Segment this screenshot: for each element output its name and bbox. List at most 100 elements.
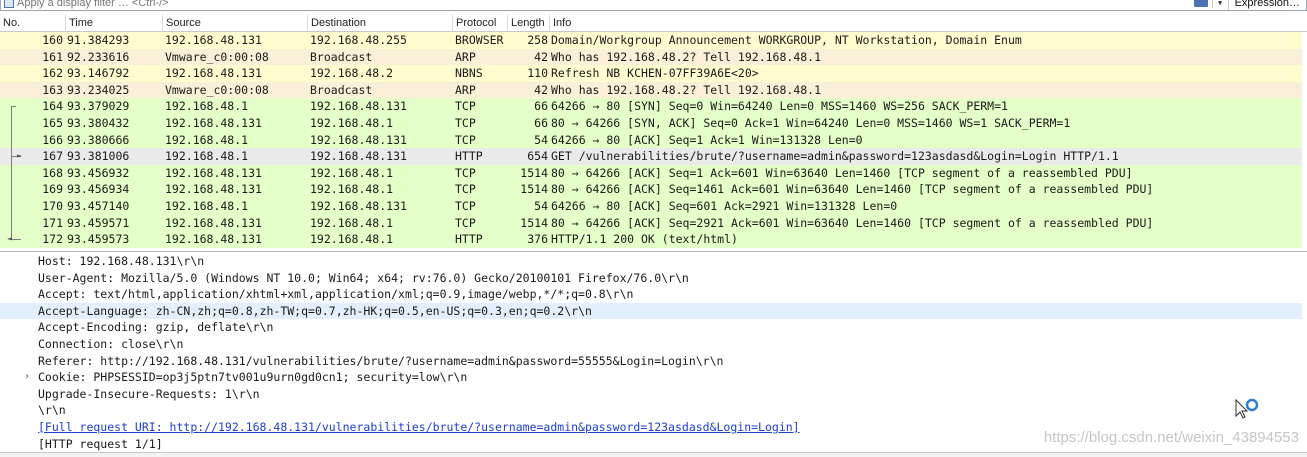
detail-text: Accept-Encoding: gzip, deflate\r\n [38,320,274,335]
packet-time-cell: 93.234025 [67,82,130,97]
packet-src-cell: 192.168.48.1 [165,149,249,164]
packet-dst-cell: 192.168.48.1 [310,232,394,247]
packet-time-cell: 93.456932 [67,165,130,180]
packet-info-cell: Who has 192.168.48.2? Tell 192.168.48.1 [551,82,822,97]
packet-dst-cell: 192.168.48.1 [310,215,394,230]
packet-src-cell: 192.168.48.131 [165,116,262,130]
packet-src-cell: 192.168.48.1 [165,199,249,213]
packet-row[interactable]: 162 93.146792 192.168.48.131 192.168.48.2 NB… [0,65,1302,82]
detail-line[interactable]: › Cookie: PHPSESSID=op3j5ptn7tv001u9urn0g… [0,369,1302,386]
packet-len-cell: 376 [527,232,548,247]
packet-row[interactable]: 165 93.380432 192.168.48.131 192.168.48.1 TC… [0,115,1302,132]
display-filter-input[interactable] [14,0,1194,10]
packet-len-cell: 258 [527,33,548,47]
packet-src-cell: 192.168.48.1 [165,99,249,114]
packet-info-cell: 80 → 64266 [ACK] Seq=1461 Ack=601 Win=63… [551,182,1154,197]
packet-list-header: No. Time Source Destination Protocol Len… [0,15,1307,32]
packet-src-cell: Vmware_c0:00:08 [165,82,269,97]
packet-info-cell: 64266 → 80 [ACK] Seq=1 Ack=1 Win=131328 … [551,132,863,147]
horizontal-scrollbar[interactable] [0,452,1307,457]
packet-src-cell: 192.168.48.131 [165,232,262,247]
packet-dst-cell: 192.168.48.131 [310,132,407,147]
detail-text: Connection: close\r\n [38,337,184,351]
packet-src-cell: 192.168.48.131 [165,215,262,230]
packet-time-cell: 93.456934 [67,182,130,197]
detail-text: [HTTP request 1/1] [38,436,163,451]
related-packet-indicator [0,131,24,149]
packet-row[interactable]: 166 93.380666 192.168.48.1 192.168.48.131 TC… [0,131,1302,149]
packet-dst-cell: 192.168.48.131 [310,199,407,213]
detail-line[interactable]: Referer: http://192.168.48.131/vulnerabi… [0,353,1302,370]
packet-dst-cell: 192.168.48.131 [310,99,407,114]
packet-src-cell: 192.168.48.131 [165,165,262,180]
packet-info-cell: 80 → 64266 [ACK] Seq=2921 Ack=601 Win=63… [551,215,1154,230]
column-header-info[interactable]: Info [549,15,1307,32]
packet-src-cell: 192.168.48.131 [165,182,262,197]
watermark: https://blog.csdn.net/weixin_43894553 [1043,429,1299,446]
detail-text: [Full request URI: http://192.168.48.131… [38,420,800,434]
packet-time-cell: 93.146792 [67,66,130,81]
packet-dst-cell: 192.168.48.1 [310,165,394,180]
filter-bookmark-icon[interactable] [4,0,14,8]
packet-row[interactable]: 161 92.233616 Vmware_c0:00:08 Broadcast ARP 4… [0,48,1302,66]
detail-text: Cookie: PHPSESSID=op3j5ptn7tv001u9urn0gd… [38,370,468,385]
packet-time-cell: 93.380666 [67,132,130,147]
expression-button[interactable]: Expression… [1227,0,1306,10]
packet-info-cell: Domain/Workgroup Announcement WORKGROUP,… [551,33,1022,47]
packet-row[interactable]: 168 93.456932 192.168.48.131 192.168.48.1 TC… [0,164,1302,182]
packet-row[interactable]: 167 93.381006 192.168.48.1 192.168.48.131 HT… [0,148,1302,165]
detail-line[interactable]: Upgrade-Insecure-Requests: 1\r\n [0,386,1302,403]
packet-proto-cell: HTTP [455,149,483,164]
column-header-no[interactable]: No. [0,15,65,32]
detail-line[interactable]: Accept: text/html,application/xhtml+xml,… [0,286,1302,303]
packet-len-cell: 66 [534,116,548,130]
packet-row[interactable]: 164 93.379029 192.168.48.1 192.168.48.131 TC… [0,98,1302,115]
packet-row[interactable]: 160 91.384293 192.168.48.131 192.168.48.255… [0,32,1302,49]
column-header-length[interactable]: Length [507,15,549,32]
detail-text: Accept: text/html,application/xhtml+xml,… [38,287,634,302]
packet-dst-cell: 192.168.48.2 [310,66,394,81]
related-packet-indicator: ◄ [0,231,24,248]
packet-row[interactable]: 170 93.457140 192.168.48.1 192.168.48.131 TC… [0,198,1302,215]
chevron-down-icon[interactable]: ▼ [1211,0,1228,8]
detail-line[interactable]: User-Agent: Mozilla/5.0 (Windows NT 10.0… [0,270,1302,287]
packet-dst-cell: Broadcast [310,49,373,64]
packet-time-cell: 93.459573 [67,232,130,247]
packet-info-cell: GET /vulnerabilities/brute/?username=adm… [551,149,1119,164]
column-header-protocol[interactable]: Protocol [452,15,507,32]
filter-apply-icon[interactable] [1193,0,1208,7]
display-filter-bar: ▼ Expression… [0,0,1307,11]
column-header-destination[interactable]: Destination [307,15,452,32]
packet-len-cell: 54 [534,199,548,213]
packet-proto-cell: TCP [455,132,476,147]
packet-len-cell: 42 [534,49,548,64]
detail-line[interactable]: Accept-Encoding: gzip, deflate\r\n [0,319,1302,336]
column-header-time[interactable]: Time [65,15,162,32]
packet-dst-cell: 192.168.48.131 [310,149,407,164]
related-packet-indicator [0,115,24,132]
expand-arrow-icon[interactable]: › [24,369,30,386]
packet-row[interactable]: 171 93.459571 192.168.48.131 192.168.48.1 TC… [0,214,1302,232]
related-packet-indicator: ► [0,148,24,165]
related-packet-indicator [0,198,24,215]
packet-row[interactable]: 169 93.456934 192.168.48.131 192.168.48.1 TC… [0,181,1302,198]
packet-len-cell: 1514 [520,215,548,230]
detail-text: \r\n [38,403,66,418]
detail-line[interactable]: Accept-Language: zh-CN,zh;q=0.8,zh-TW;q=… [0,302,1302,320]
packet-info-cell: 80 → 64266 [SYN, ACK] Seq=0 Ack=1 Win=64… [551,116,1071,130]
packet-row[interactable]: 172 93.459573 192.168.48.131 192.168.48.1 HT… [0,231,1302,248]
packet-info-cell: 64266 → 80 [ACK] Seq=601 Ack=2921 Win=13… [551,199,898,213]
detail-line[interactable]: \r\n [0,402,1302,419]
packet-info-cell: 64266 → 80 [SYN] Seq=0 Win=64240 Len=0 M… [551,99,1008,114]
packet-row[interactable]: 163 93.234025 Vmware_c0:00:08 Broadcast ARP 4… [0,81,1302,99]
packet-len-cell: 42 [534,82,548,97]
packet-time-cell: 91.384293 [67,33,130,47]
detail-line[interactable]: Connection: close\r\n [0,336,1302,353]
detail-line[interactable]: Host: 192.168.48.131\r\n [0,253,1302,270]
detail-text: Accept-Language: zh-CN,zh;q=0.8,zh-TW;q=… [38,303,592,318]
column-header-source[interactable]: Source [162,15,307,32]
packet-proto-cell: ARP [455,49,476,64]
packet-dst-cell: Broadcast [310,82,373,97]
detail-text: Referer: http://192.168.48.131/vulnerabi… [38,353,724,368]
packet-no-cell: 161 [42,49,63,64]
